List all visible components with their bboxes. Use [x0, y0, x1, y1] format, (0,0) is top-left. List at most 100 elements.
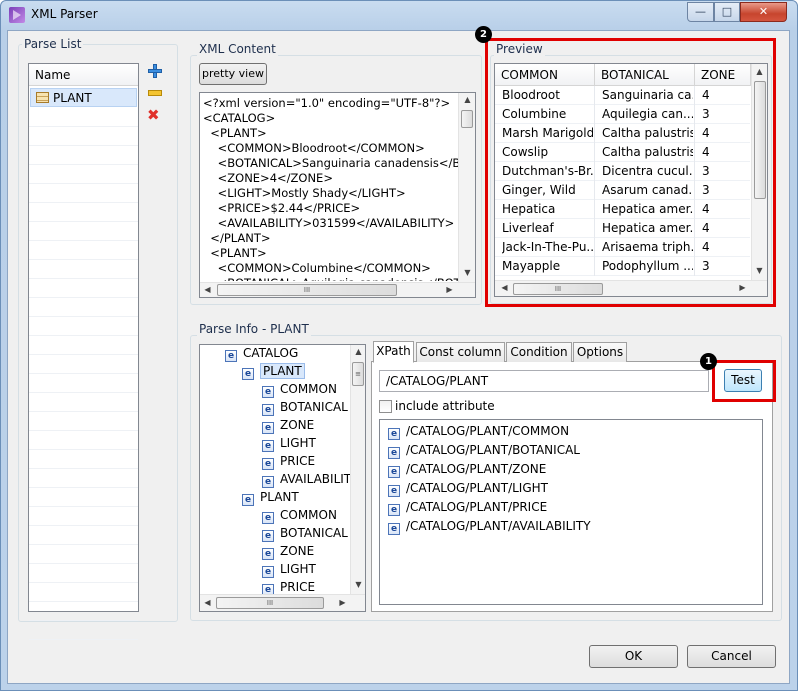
scroll-left-arrow[interactable]: ◀ [200, 598, 215, 607]
list-item-label: /CATALOG/PLANT/PRICE [406, 500, 548, 514]
tree-node-label: PRICE [280, 454, 316, 468]
empty-row [29, 602, 138, 621]
list-item-label: /CATALOG/PLANT/ZONE [406, 462, 547, 476]
tab-options[interactable]: Options [573, 342, 627, 362]
tree-node[interactable]: e BOTANICAL [262, 526, 348, 542]
tree-node[interactable]: e CATALOG [225, 346, 298, 362]
tree-node[interactable]: e PRICE [262, 580, 315, 594]
include-attribute-checkbox[interactable] [379, 400, 392, 413]
list-item-label: /CATALOG/PLANT/COMMON [406, 424, 570, 438]
xml-vertical-scrollbar[interactable]: ▲ ▼ [458, 93, 475, 282]
scroll-thumb[interactable]: III [217, 284, 397, 296]
tree-node[interactable]: e ZONE [262, 418, 314, 434]
tree-node[interactable]: e LIGHT [262, 562, 316, 578]
empty-row [29, 222, 138, 241]
tree-node[interactable]: e PLANT [242, 363, 305, 380]
xml-line: <PLANT> [203, 126, 267, 140]
scroll-thumb[interactable]: III [216, 597, 324, 609]
empty-row [29, 450, 138, 469]
close-button[interactable]: ✕ [740, 2, 787, 22]
parse-list-label: Parse List [22, 37, 84, 51]
scroll-up-arrow[interactable]: ▲ [351, 347, 366, 356]
tree-node-label: PLANT [260, 490, 299, 504]
xml-tree[interactable]: e CATALOG e PLANT e COMMON e BOTANICAL e ZONE e LIG… [199, 344, 366, 612]
list-item[interactable]: e/CATALOG/PLANT/PRICE [388, 500, 547, 516]
tree-node[interactable]: e LIGHT [262, 436, 316, 452]
scroll-right-arrow[interactable]: ▶ [442, 285, 457, 294]
add-icon[interactable] [148, 64, 162, 78]
tree-node-label: COMMON [280, 382, 337, 396]
tree-vertical-scrollbar[interactable]: ▲ ≡ ▼ [350, 345, 365, 594]
tree-node-label: BOTANICAL [280, 526, 348, 540]
maximize-button[interactable]: □ [714, 2, 740, 22]
scroll-down-arrow[interactable]: ▼ [460, 268, 475, 277]
element-icon: e [388, 523, 400, 535]
tree-node[interactable]: e COMMON [262, 382, 337, 398]
xpath-list[interactable]: e/CATALOG/PLANT/COMMON e/CATALOG/PLANT/BO… [379, 419, 763, 605]
tree-node[interactable]: e COMMON [262, 508, 337, 524]
delete-icon[interactable]: ✖ [147, 108, 160, 123]
empty-row [29, 184, 138, 203]
xml-horizontal-scrollbar[interactable]: ◀ III ▶ [200, 282, 475, 297]
ok-button[interactable]: OK [589, 645, 678, 668]
element-icon: e [262, 422, 274, 434]
tree-node[interactable]: e BOTANICAL [262, 400, 348, 416]
name-column-header[interactable]: Name [29, 64, 138, 86]
xml-line: <BOTANICAL>Aquilegia canadensis</BOT [203, 276, 458, 281]
scroll-up-arrow[interactable]: ▲ [460, 95, 475, 104]
empty-row [29, 165, 138, 184]
xml-line: <PLANT> [203, 246, 267, 260]
xml-line: <BOTANICAL>Sanguinaria canadensis</BO [203, 156, 458, 170]
xpath-input[interactable]: /CATALOG/PLANT [379, 370, 709, 392]
scroll-thumb[interactable] [461, 110, 473, 128]
empty-row [29, 203, 138, 222]
list-item-label: /CATALOG/PLANT/LIGHT [406, 481, 548, 495]
tree-node[interactable]: e AVAILABILITY [262, 472, 350, 488]
xml-line: <LIGHT>Mostly Shady</LIGHT> [203, 186, 406, 200]
empty-row [29, 127, 138, 146]
empty-row [29, 336, 138, 355]
tree-node[interactable]: e PLANT [242, 490, 299, 506]
tree-node-label: LIGHT [280, 436, 316, 450]
empty-row [29, 393, 138, 412]
list-item[interactable]: PLANT [30, 88, 137, 107]
list-item[interactable]: e/CATALOG/PLANT/BOTANICAL [388, 443, 580, 459]
empty-row [29, 298, 138, 317]
tab-xpath[interactable]: XPath [373, 341, 414, 363]
xml-line: </PLANT> [203, 231, 271, 245]
tree-node[interactable]: e ZONE [262, 544, 314, 560]
tree-horizontal-scrollbar[interactable]: ◀ III ▶ [200, 594, 365, 611]
list-item[interactable]: e/CATALOG/PLANT/COMMON [388, 424, 569, 440]
pretty-view-button[interactable]: pretty view [199, 63, 267, 85]
edit-icon[interactable] [148, 90, 162, 96]
parse-info-label: Parse Info - PLANT [197, 322, 311, 336]
list-item[interactable]: e/CATALOG/PLANT/ZONE [388, 462, 546, 478]
test-highlight [712, 360, 776, 402]
xml-line: <AVAILABILITY>031599</AVAILABILITY> [203, 216, 455, 230]
tree-node-label: BOTANICAL [280, 400, 348, 414]
list-item[interactable]: e/CATALOG/PLANT/AVAILABILITY [388, 519, 591, 535]
empty-row [29, 507, 138, 526]
empty-rows [29, 108, 138, 640]
tree-node[interactable]: e PRICE [262, 454, 315, 470]
list-item-label: /CATALOG/PLANT/AVAILABILITY [406, 519, 591, 533]
element-icon: e [242, 368, 254, 380]
scroll-thumb[interactable]: ≡ [352, 362, 364, 386]
tree-node-label: AVAILABILITY [280, 472, 350, 486]
xml-text-area[interactable]: <?xml version="1.0" encoding="UTF-8"?> <C… [199, 92, 476, 298]
scroll-left-arrow[interactable]: ◀ [200, 285, 215, 294]
scroll-down-arrow[interactable]: ▼ [351, 580, 366, 589]
scroll-right-arrow[interactable]: ▶ [335, 598, 350, 607]
list-item[interactable]: e/CATALOG/PLANT/LIGHT [388, 481, 548, 497]
element-icon: e [262, 404, 274, 416]
parse-list-table[interactable]: Name PLANT [28, 63, 139, 640]
element-icon: e [388, 428, 400, 440]
empty-row [29, 241, 138, 260]
title-bar[interactable]: XML Parser — □ ✕ [1, 1, 797, 31]
element-icon: e [262, 458, 274, 470]
minimize-button[interactable]: — [687, 2, 714, 22]
tab-condition[interactable]: Condition [506, 342, 572, 362]
cancel-button[interactable]: Cancel [687, 645, 776, 668]
step-badge-2: 2 [475, 26, 492, 43]
tab-const-column[interactable]: Const column [416, 342, 505, 362]
